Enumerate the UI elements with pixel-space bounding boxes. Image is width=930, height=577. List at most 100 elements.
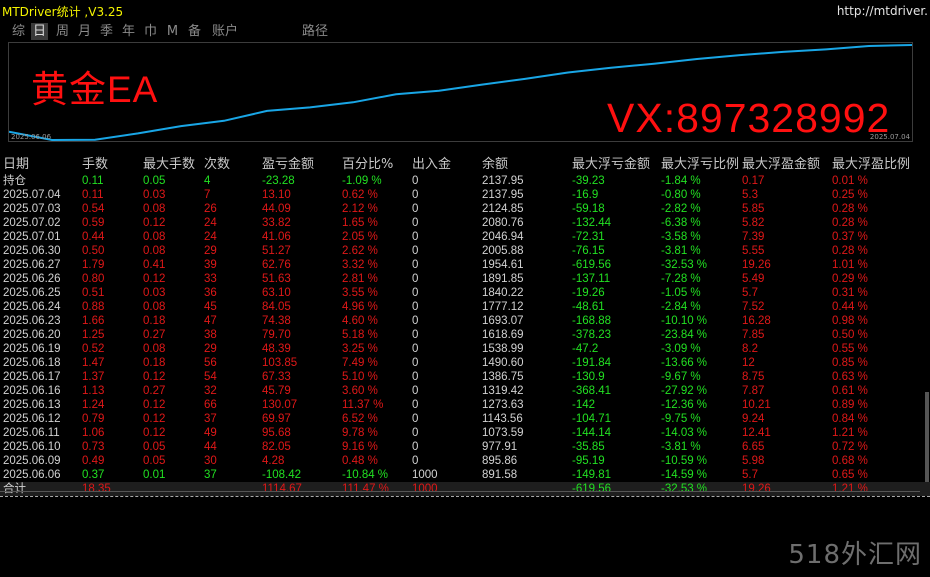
table-row[interactable]: 2025.06.25 0.51 0.03 36 63.10 3.55 % 0 1840.22 -… <box>0 286 930 300</box>
col-max-float-profit[interactable]: 最大浮盈金额 <box>742 156 820 174</box>
tab-weekly[interactable]: 周 <box>54 23 71 40</box>
cell-balance: 1777.12 <box>482 301 524 313</box>
cell-balance: 1319.42 <box>482 385 524 397</box>
cell-max-float-loss: -16.9 <box>572 189 599 201</box>
table-row[interactable]: 2025.07.03 0.54 0.08 26 44.09 2.12 % 0 2124.85 -… <box>0 202 930 216</box>
tab-quarterly[interactable]: 季 <box>98 23 115 40</box>
cell-date: 2025.07.03 <box>3 203 61 215</box>
table-row[interactable]: 2025.06.27 1.79 0.41 39 62.76 3.32 % 0 1954.61 -… <box>0 258 930 272</box>
cell-pnl: 79.70 <box>262 329 291 341</box>
col-pnl[interactable]: 盈亏金额 <box>262 156 314 174</box>
cell-pnl: 74.38 <box>262 315 291 327</box>
tab-magic[interactable]: M <box>164 23 181 40</box>
table-row[interactable]: 2025.06.11 1.06 0.12 49 95.68 9.78 % 0 1073.59 -… <box>0 426 930 440</box>
col-count[interactable]: 次数 <box>204 156 230 174</box>
cell-lots: 1.66 <box>82 315 105 327</box>
cell-count: 49 <box>204 427 217 439</box>
table-row[interactable]: 2025.07.02 0.59 0.12 24 33.82 1.65 % 0 2080.76 -… <box>0 216 930 230</box>
cell-date: 2025.06.09 <box>3 455 61 467</box>
col-max-float-loss-pct[interactable]: 最大浮亏比例 <box>661 156 739 174</box>
table-row[interactable]: 2025.06.12 0.79 0.12 37 69.97 6.52 % 0 1143.56 -… <box>0 412 930 426</box>
cell-max-float-profit: 6.65 <box>742 441 765 453</box>
table-row[interactable]: 2025.07.01 0.44 0.08 24 41.06 2.05 % 0 2046.94 -… <box>0 230 930 244</box>
cell-flow: 0 <box>412 315 419 327</box>
cell-max-float-loss-pct: -3.81 % <box>661 441 701 453</box>
table-row[interactable]: 2025.06.19 0.52 0.08 29 48.39 3.25 % 0 1538.99 -… <box>0 342 930 356</box>
vertical-scrollbar[interactable] <box>924 42 930 496</box>
cell-max-float-loss: -144.14 <box>572 427 612 439</box>
table-row[interactable]: 2025.06.06 0.37 0.01 37 -108.42 -10.84 % 1000 8… <box>0 468 930 482</box>
cell-flow: 0 <box>412 441 419 453</box>
table-row[interactable]: 2025.07.04 0.11 0.03 7 13.10 0.62 % 0 2137.95 -1… <box>0 188 930 202</box>
cell-flow: 0 <box>412 203 419 215</box>
table-row[interactable]: 2025.06.16 1.13 0.27 32 45.79 3.60 % 0 1319.42 -… <box>0 384 930 398</box>
cell-max-float-loss-pct: -13.66 % <box>661 357 708 369</box>
cell-max-lots: 0.08 <box>143 231 166 243</box>
table-row[interactable]: 2025.06.26 0.80 0.12 33 51.63 2.81 % 0 1891.85 -… <box>0 272 930 286</box>
chart-date-start: 2025.06.06 <box>11 133 52 141</box>
table-row[interactable]: 持仓 0.11 0.05 4 -23.28 -1.09 % 0 2137.95 -39.23 -1… <box>0 174 930 188</box>
cell-max-float-loss-pct: -9.75 % <box>661 413 701 425</box>
table-row[interactable]: 2025.06.13 1.24 0.12 66 130.07 11.37 % 0 1273.6… <box>0 398 930 412</box>
cell-balance: 2046.94 <box>482 231 524 243</box>
cell-flow: 0 <box>412 399 419 411</box>
cell-max-lots: 0.03 <box>143 189 166 201</box>
cell-pct: -1.09 % <box>342 175 382 187</box>
col-pct[interactable]: 百分比% <box>342 156 393 174</box>
col-max-float-profit-pct[interactable]: 最大浮盈比例 <box>832 156 910 174</box>
table-row[interactable]: 2025.06.30 0.50 0.08 29 51.27 2.62 % 0 2005.88 -… <box>0 244 930 258</box>
cell-max-float-loss: -47.2 <box>572 343 599 355</box>
cell-date: 2025.06.17 <box>3 371 61 383</box>
table-row[interactable]: 2025.06.18 1.47 0.18 56 103.85 7.49 % 0 1490.60… <box>0 356 930 370</box>
tab-summary[interactable]: 综 <box>10 23 27 40</box>
col-max-float-loss[interactable]: 最大浮亏金额 <box>572 156 650 174</box>
col-date[interactable]: 日期 <box>3 156 29 174</box>
cell-max-float-profit: 9.24 <box>742 413 765 425</box>
cell-max-float-loss: -19.26 <box>572 287 605 299</box>
table-row[interactable]: 2025.06.20 1.25 0.27 38 79.70 5.18 % 0 1618.69 -… <box>0 328 930 342</box>
table-row[interactable]: 2025.06.24 0.88 0.08 45 84.05 4.96 % 0 1777.12 -… <box>0 300 930 314</box>
cell-max-float-loss: -368.41 <box>572 385 612 397</box>
cell-date: 2025.07.01 <box>3 231 61 243</box>
scrollbar-thumb[interactable] <box>925 392 929 482</box>
cell-pct: 3.60 % <box>342 385 378 397</box>
tab-symbol[interactable]: 巾 <box>142 23 159 40</box>
tab-path[interactable]: 路径 <box>298 23 332 40</box>
cell-max-float-profit-pct: 0.28 % <box>832 217 868 229</box>
col-flow[interactable]: 出入金 <box>412 156 451 174</box>
app-link[interactable]: http://mtdriver. <box>837 4 928 18</box>
horizontal-scrollbar[interactable] <box>0 491 920 495</box>
cell-balance: 1840.22 <box>482 287 524 299</box>
table-row[interactable]: 2025.06.09 0.49 0.05 30 4.28 0.48 % 0 895.86 -95… <box>0 454 930 468</box>
cell-max-float-profit-pct: 0.31 % <box>832 287 868 299</box>
cell-lots: 1.25 <box>82 329 105 341</box>
table-row[interactable]: 2025.06.23 1.66 0.18 47 74.38 4.60 % 0 1693.07 -… <box>0 314 930 328</box>
cell-max-lots: 0.08 <box>143 343 166 355</box>
chart-contact-text: VX:897328992 <box>607 95 891 141</box>
cell-pnl: 130.07 <box>262 399 298 411</box>
tab-account[interactable]: 账户 <box>208 23 242 40</box>
cell-flow: 0 <box>412 371 419 383</box>
cell-count: 39 <box>204 259 217 271</box>
col-lots[interactable]: 手数 <box>82 156 108 174</box>
tab-notes[interactable]: 备 <box>186 23 203 40</box>
cell-max-float-profit: 16.28 <box>742 315 771 327</box>
table-row[interactable]: 2025.06.10 0.73 0.05 44 82.05 9.16 % 0 977.91 -3… <box>0 440 930 454</box>
cell-max-float-loss: -619.56 <box>572 259 612 271</box>
cell-lots: 1.24 <box>82 399 105 411</box>
cell-count: 32 <box>204 385 217 397</box>
tab-monthly[interactable]: 月 <box>76 23 93 40</box>
cell-max-float-loss: -142 <box>572 399 596 411</box>
table-row[interactable]: 2025.06.17 1.37 0.12 54 67.33 5.10 % 0 1386.75 -… <box>0 370 930 384</box>
cell-pct: 9.78 % <box>342 427 378 439</box>
tab-yearly[interactable]: 年 <box>120 23 137 40</box>
col-max-lots[interactable]: 最大手数 <box>143 156 195 174</box>
tab-daily[interactable]: 日 <box>31 23 48 40</box>
cell-date: 2025.07.02 <box>3 217 61 229</box>
cell-pnl: 84.05 <box>262 301 291 313</box>
cell-max-float-profit-pct: 0.85 % <box>832 357 868 369</box>
cell-max-float-profit: 12 <box>742 357 755 369</box>
col-balance[interactable]: 余额 <box>482 156 508 174</box>
cell-pnl: 48.39 <box>262 343 291 355</box>
cell-max-lots: 0.05 <box>143 441 166 453</box>
